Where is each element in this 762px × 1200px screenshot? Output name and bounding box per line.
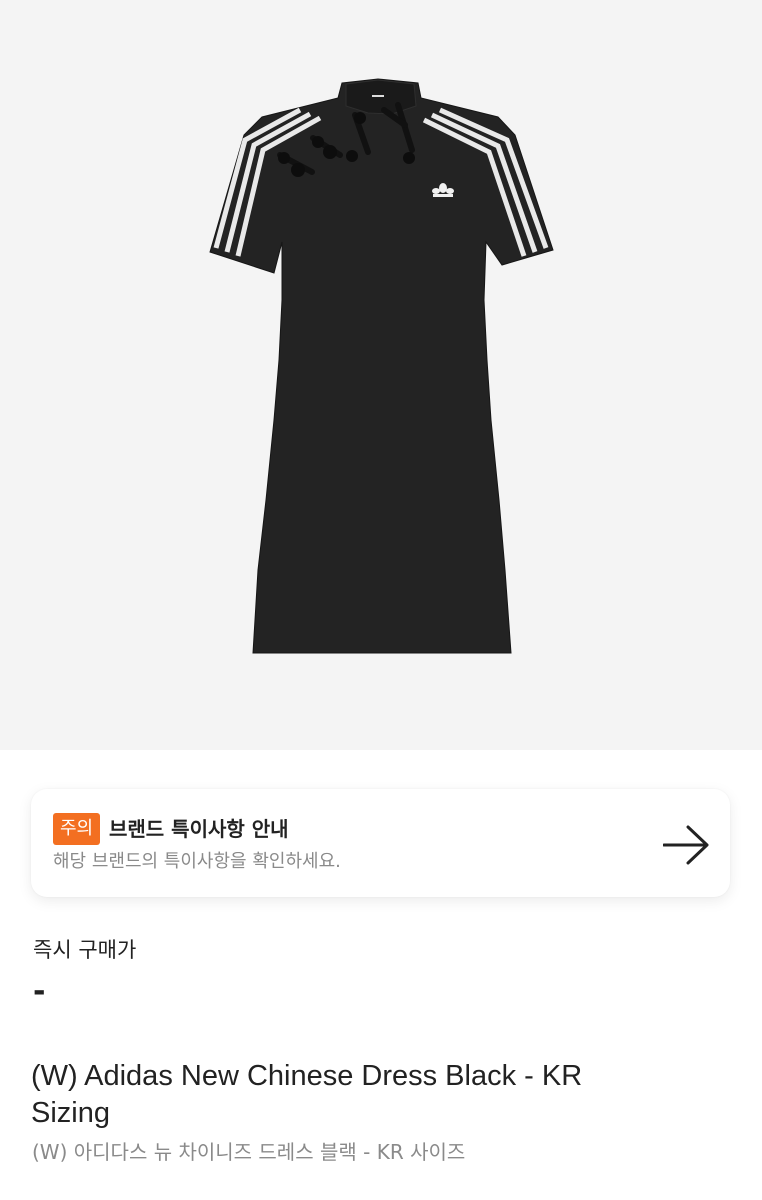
instant-buy-price-value: - xyxy=(33,974,46,1009)
product-title-en: (W) Adidas New Chinese Dress Black - KR … xyxy=(31,1060,583,1129)
product-image-area[interactable] xyxy=(0,0,762,750)
instant-buy-price-label: 즉시 구매가 xyxy=(33,938,137,962)
notice-subtitle: 해당 브랜드의 특이사항을 확인하세요. xyxy=(53,851,341,872)
notice-title: 브랜드 특이사항 안내 xyxy=(109,817,289,841)
brand-notice-card[interactable]: 주의 브랜드 특이사항 안내 해당 브랜드의 특이사항을 확인하세요. xyxy=(31,789,730,897)
product-title-kr: (W) 아디다스 뉴 차이니즈 드레스 블랙 - KR 사이즈 xyxy=(32,1140,466,1164)
caution-badge: 주의 xyxy=(53,813,101,845)
product-image xyxy=(209,78,554,654)
arrow-right-icon[interactable] xyxy=(663,825,709,865)
